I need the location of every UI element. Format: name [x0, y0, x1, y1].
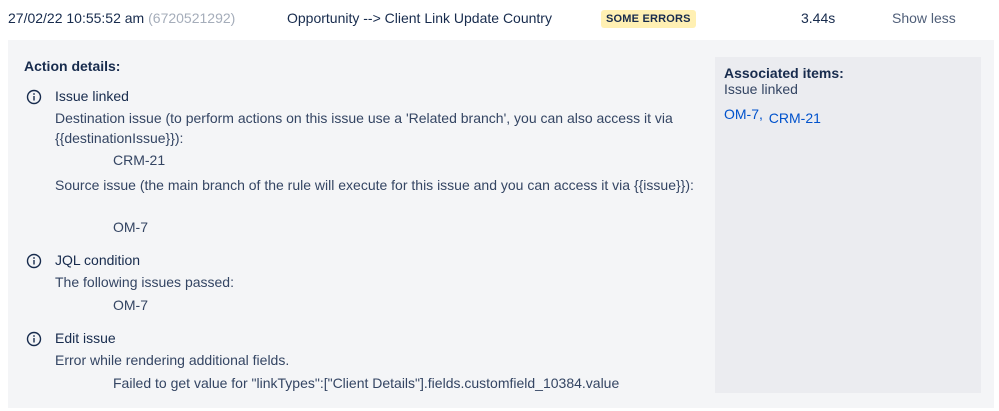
issue-link-om-7[interactable]: OM-7,	[724, 106, 763, 122]
action-name: JQL condition	[55, 252, 141, 268]
associated-items-links: OM-7, CRM-21	[724, 106, 821, 126]
associated-items-panel: Associated items: Issue linked OM-7, CRM…	[715, 57, 981, 393]
row-timestamp: 27/02/22 10:55:52 am (6720521292)	[8, 10, 235, 26]
error-description: Error while rendering additional fields.	[55, 352, 290, 368]
audit-log-row[interactable]: 27/02/22 10:55:52 am (6720521292) Opport…	[0, 0, 999, 36]
destination-issue-key: CRM-21	[113, 152, 166, 168]
execution-id: (6720521292)	[148, 10, 236, 26]
duration: 3.44s	[801, 10, 836, 26]
passed-issue-key: OM-7	[113, 297, 148, 313]
action-description: The following issues passed:	[55, 274, 234, 290]
action-details-title: Action details:	[24, 58, 121, 74]
source-issue-key: OM-7	[113, 219, 148, 235]
rule-name: Opportunity --> Client Link Update Count…	[287, 10, 552, 26]
error-message: Failed to get value for "linkTypes":["Cl…	[113, 375, 620, 391]
issue-link-crm-21[interactable]: CRM-21	[769, 110, 821, 126]
associated-items-title: Associated items:	[724, 65, 844, 81]
action-description: Source issue (the main branch of the rul…	[55, 177, 694, 193]
info-circle-icon	[26, 89, 42, 105]
show-less-link[interactable]: Show less	[892, 10, 956, 26]
info-circle-icon	[26, 253, 42, 269]
details-panel: Action details: Issue linked Destination…	[8, 40, 994, 408]
timestamp-text: 27/02/22 10:55:52 am	[8, 10, 145, 26]
associated-items-subtitle: Issue linked	[724, 81, 798, 97]
action-name: Issue linked	[55, 88, 129, 104]
action-description: Destination issue (to perform actions on…	[55, 110, 673, 146]
status-badge: SOME ERRORS	[601, 10, 696, 28]
action-name: Edit issue	[55, 330, 116, 346]
info-circle-icon	[26, 331, 42, 347]
